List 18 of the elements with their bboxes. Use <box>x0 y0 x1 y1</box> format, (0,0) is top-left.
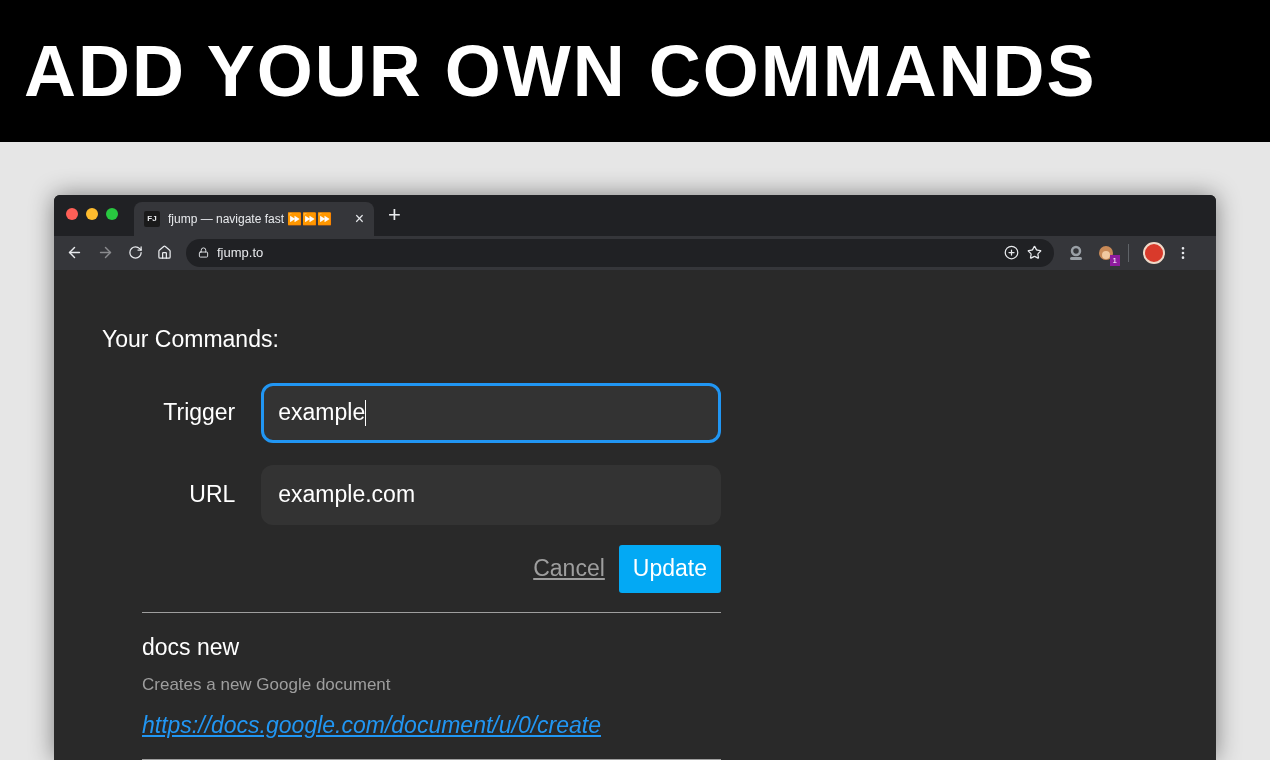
new-tab-button[interactable]: + <box>388 204 401 227</box>
tab-close-button[interactable]: × <box>354 210 364 227</box>
section-heading: Your Commands: <box>102 325 280 354</box>
field-label: URL <box>188 480 237 510</box>
command-trigger: docs new <box>142 632 241 662</box>
extension-badge: 1 <box>1109 254 1120 266</box>
address-bar[interactable]: fjump.to <box>186 238 1054 267</box>
input-field[interactable]: example <box>261 382 721 443</box>
tab-title: fjump — navigate fast ⏩⏩⏩ <box>168 210 334 228</box>
field-label: Trigger <box>162 398 237 428</box>
input-field[interactable]: example.com <box>261 464 721 525</box>
browser-tab[interactable]: FJ fjump — navigate fast ⏩⏩⏩ × <box>134 201 374 236</box>
cancel-link[interactable]: Cancel <box>533 551 605 586</box>
banner-title: ADD YOUR OWN COMMANDS <box>24 35 1097 107</box>
command-description: Creates a new Google document <box>142 674 392 696</box>
command-url-link[interactable]: https://docs.google.com/document/u/0/create <box>142 707 721 742</box>
favicon: FJ <box>144 210 160 227</box>
url-text: fjump.to <box>217 244 265 263</box>
